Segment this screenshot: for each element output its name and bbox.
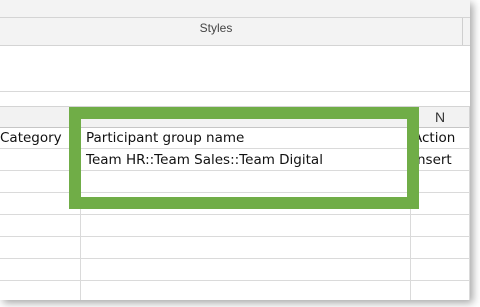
cell[interactable] xyxy=(411,193,470,215)
cell[interactable] xyxy=(81,259,411,281)
cell[interactable] xyxy=(0,215,81,237)
cell[interactable] xyxy=(81,193,411,215)
cell[interactable] xyxy=(81,171,411,193)
styles-group-label: Styles xyxy=(199,21,233,35)
ribbon-divider xyxy=(0,17,470,18)
column-header-prev[interactable] xyxy=(0,107,81,127)
column-header-row: N xyxy=(0,106,470,128)
cell[interactable] xyxy=(0,171,81,193)
cell[interactable] xyxy=(0,259,81,281)
cell[interactable] xyxy=(411,171,470,193)
formula-bar[interactable] xyxy=(0,46,470,92)
cell[interactable] xyxy=(0,193,81,215)
table-row xyxy=(0,281,470,300)
cell-action-header[interactable]: Action xyxy=(411,127,470,149)
cell-participant-group-value[interactable]: Team HR::Team Sales::Team Digital xyxy=(81,149,411,171)
cell[interactable] xyxy=(411,237,470,259)
cell[interactable] xyxy=(0,281,81,300)
cell[interactable] xyxy=(81,237,411,259)
cell[interactable] xyxy=(411,281,470,300)
cell[interactable] xyxy=(411,215,470,237)
cell-participant-group-header[interactable]: Participant group name xyxy=(81,127,411,149)
cell-grid: Category Participant group name Action T… xyxy=(0,127,470,300)
table-row xyxy=(0,237,470,259)
table-row xyxy=(0,215,470,237)
table-row xyxy=(0,193,470,215)
table-row xyxy=(0,171,470,193)
ribbon-group-separator xyxy=(462,18,463,45)
column-header-m[interactable] xyxy=(81,107,411,127)
cell[interactable] xyxy=(0,237,81,259)
table-row xyxy=(0,259,470,281)
ribbon: Styles xyxy=(0,0,470,46)
cell-action-value[interactable]: Insert xyxy=(411,149,470,171)
column-header-n[interactable]: N xyxy=(411,107,470,127)
cell[interactable] xyxy=(81,215,411,237)
cell[interactable] xyxy=(411,259,470,281)
cell[interactable] xyxy=(81,281,411,300)
spreadsheet-window: Styles N Category Participant group name… xyxy=(0,0,470,300)
cell[interactable] xyxy=(0,149,81,171)
table-row: Team HR::Team Sales::Team Digital Insert xyxy=(0,149,470,171)
cell-category-header[interactable]: Category xyxy=(0,127,81,149)
table-row: Category Participant group name Action xyxy=(0,127,470,149)
